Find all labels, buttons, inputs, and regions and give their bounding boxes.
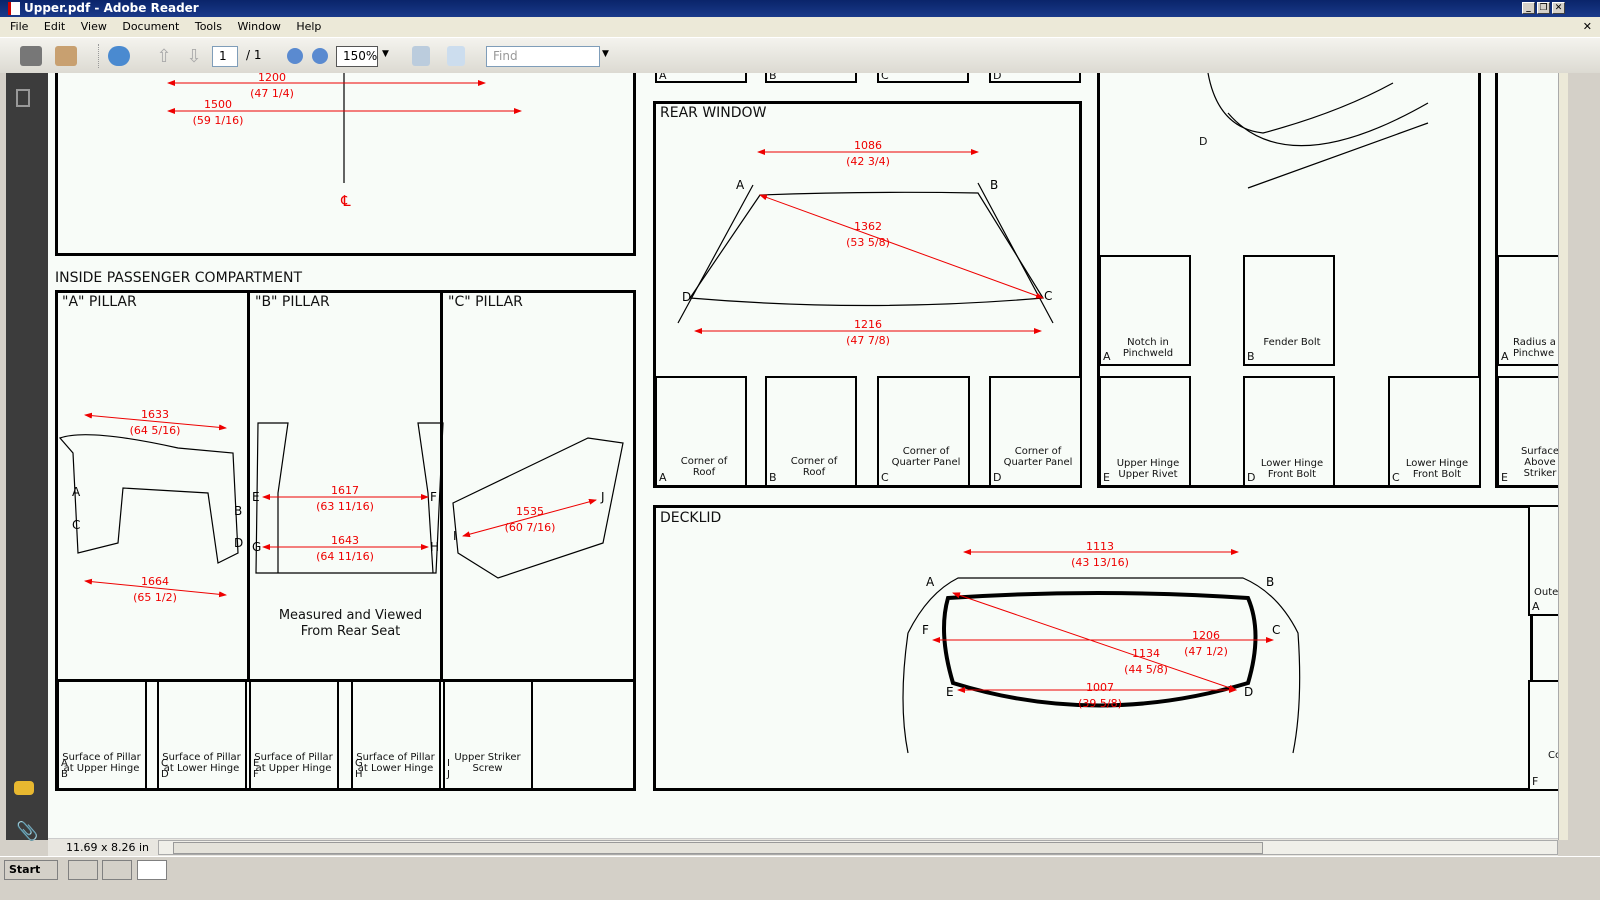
previous-page-icon[interactable]: ⇧	[153, 46, 175, 67]
zoom-dropdown-icon[interactable]: ▼	[382, 49, 389, 59]
separator	[98, 44, 99, 68]
rear-detail-a: Corner of Roof A	[655, 376, 747, 487]
horizontal-scrollbar[interactable]	[158, 840, 1558, 855]
menu-window[interactable]: Window	[237, 20, 280, 33]
toolbar: ⇧ ⇩ 1 / 1 150% ▼ Find ▼	[0, 37, 1600, 73]
attachments-icon[interactable]: 📎	[16, 821, 38, 842]
menu-tools[interactable]: Tools	[195, 20, 222, 33]
hood-detail-e: Upper Hinge Upper Rivet E	[1099, 376, 1191, 487]
rear-window-title: REAR WINDOW	[660, 105, 767, 121]
detail-box-ab: Surface of Pillar at Upper Hinge A B	[57, 680, 147, 790]
start-button[interactable]: Start	[4, 860, 58, 880]
find-input[interactable]: Find	[486, 46, 600, 67]
taskbar: Start	[0, 856, 1600, 882]
minimize-button[interactable]: _	[1522, 2, 1535, 14]
restore-button[interactable]: ❐	[1537, 2, 1550, 14]
partial-detail-outer: Oute PiA	[1528, 505, 1558, 616]
hood-detail-d: Lower Hinge Front Bolt D	[1243, 376, 1335, 487]
fit-width-icon[interactable]	[412, 46, 430, 66]
inside-compartment-title: INSIDE PASSENGER COMPARTMENT	[55, 270, 302, 286]
detail-box-ef: Surface of Pillar at Upper Hinge E F	[249, 680, 339, 790]
page-size-label: 11.69 x 8.26 in	[66, 841, 150, 854]
zoom-in-icon[interactable]	[312, 48, 328, 64]
comments-icon[interactable]	[14, 781, 34, 795]
rear-detail-d: Corner of Quarter Panel D	[989, 376, 1082, 487]
decklid-panel	[653, 505, 1533, 791]
hood-point-d: D	[1199, 135, 1208, 148]
find-dropdown-icon[interactable]: ▼	[602, 49, 609, 59]
page-number-input[interactable]: 1	[212, 46, 238, 67]
pdf-app-icon	[8, 2, 20, 15]
b-pillar-note: Measured and Viewed From Rear Seat	[278, 608, 423, 639]
menu-edit[interactable]: Edit	[44, 20, 65, 33]
partial-detail-f: CoF	[1528, 680, 1558, 791]
top-left-panel	[55, 73, 636, 256]
c-pillar-title: "C" PILLAR	[448, 294, 523, 310]
detail-box-ij: Upper Striker Screw I J	[443, 680, 533, 790]
navigation-pane: 📎	[0, 73, 48, 842]
page-total: / 1	[246, 48, 262, 62]
print-icon[interactable]	[20, 46, 42, 66]
decklid-title: DECKLID	[660, 510, 722, 526]
menu-bar: File Edit View Document Tools Window Hel…	[0, 17, 1600, 37]
menu-help[interactable]: Help	[296, 20, 321, 33]
detail-box-gh: Surface of Pillar at Lower Hinge G H	[351, 680, 441, 790]
menu-file[interactable]: File	[10, 20, 28, 33]
close-button[interactable]: ✕	[1552, 2, 1565, 14]
collaborate-icon[interactable]	[55, 46, 77, 66]
taskbar-app-icon[interactable]	[102, 860, 132, 880]
a-pillar-title: "A" PILLAR	[62, 294, 137, 310]
pages-icon[interactable]	[16, 89, 30, 107]
zoom-out-icon[interactable]	[287, 48, 303, 64]
strip-box-b: B	[765, 73, 857, 83]
scrollbar-thumb[interactable]	[173, 842, 1263, 854]
rear-detail-c: Corner of Quarter Panel C	[877, 376, 970, 487]
window-title: Upper.pdf - Adobe Reader	[24, 1, 199, 15]
hood-detail-b: Fender Bolt B	[1243, 255, 1335, 366]
strip-box-a: A	[655, 73, 747, 83]
status-bar: 11.69 x 8.26 in	[48, 838, 1558, 856]
zoom-level-select[interactable]: 150%	[336, 46, 378, 67]
menu-document[interactable]: Document	[122, 20, 179, 33]
detail-box-cd: Surface of Pillar at Lower Hinge C D	[157, 680, 247, 790]
partial-detail-a: Radius a Pinchwe A	[1497, 255, 1558, 366]
rear-detail-b: Corner of Roof B	[765, 376, 857, 487]
hood-detail-c: Lower Hinge Front Bolt C	[1388, 376, 1481, 487]
fit-page-icon[interactable]	[447, 46, 465, 66]
pdf-page-view: INSIDE PASSENGER COMPARTMENT "A" PILLAR …	[48, 73, 1558, 838]
web-share-icon[interactable]	[108, 46, 130, 66]
strip-box-d: D	[989, 73, 1081, 83]
partial-detail-e: Surface Above Striker E	[1497, 376, 1558, 487]
vertical-scrollbar[interactable]	[1558, 73, 1568, 840]
close-document-icon[interactable]: ✕	[1583, 17, 1592, 37]
next-page-icon[interactable]: ⇩	[183, 46, 205, 67]
taskbar-explorer-icon[interactable]	[68, 860, 98, 880]
title-bar: Upper.pdf - Adobe Reader _ ❐ ✕	[0, 0, 1600, 17]
hood-detail-a: Notch in Pinchweld A	[1099, 255, 1191, 366]
menu-view[interactable]: View	[81, 20, 107, 33]
strip-box-c: C	[877, 73, 969, 83]
taskbar-adobe-reader-icon[interactable]	[137, 860, 167, 880]
b-pillar-title: "B" PILLAR	[255, 294, 330, 310]
